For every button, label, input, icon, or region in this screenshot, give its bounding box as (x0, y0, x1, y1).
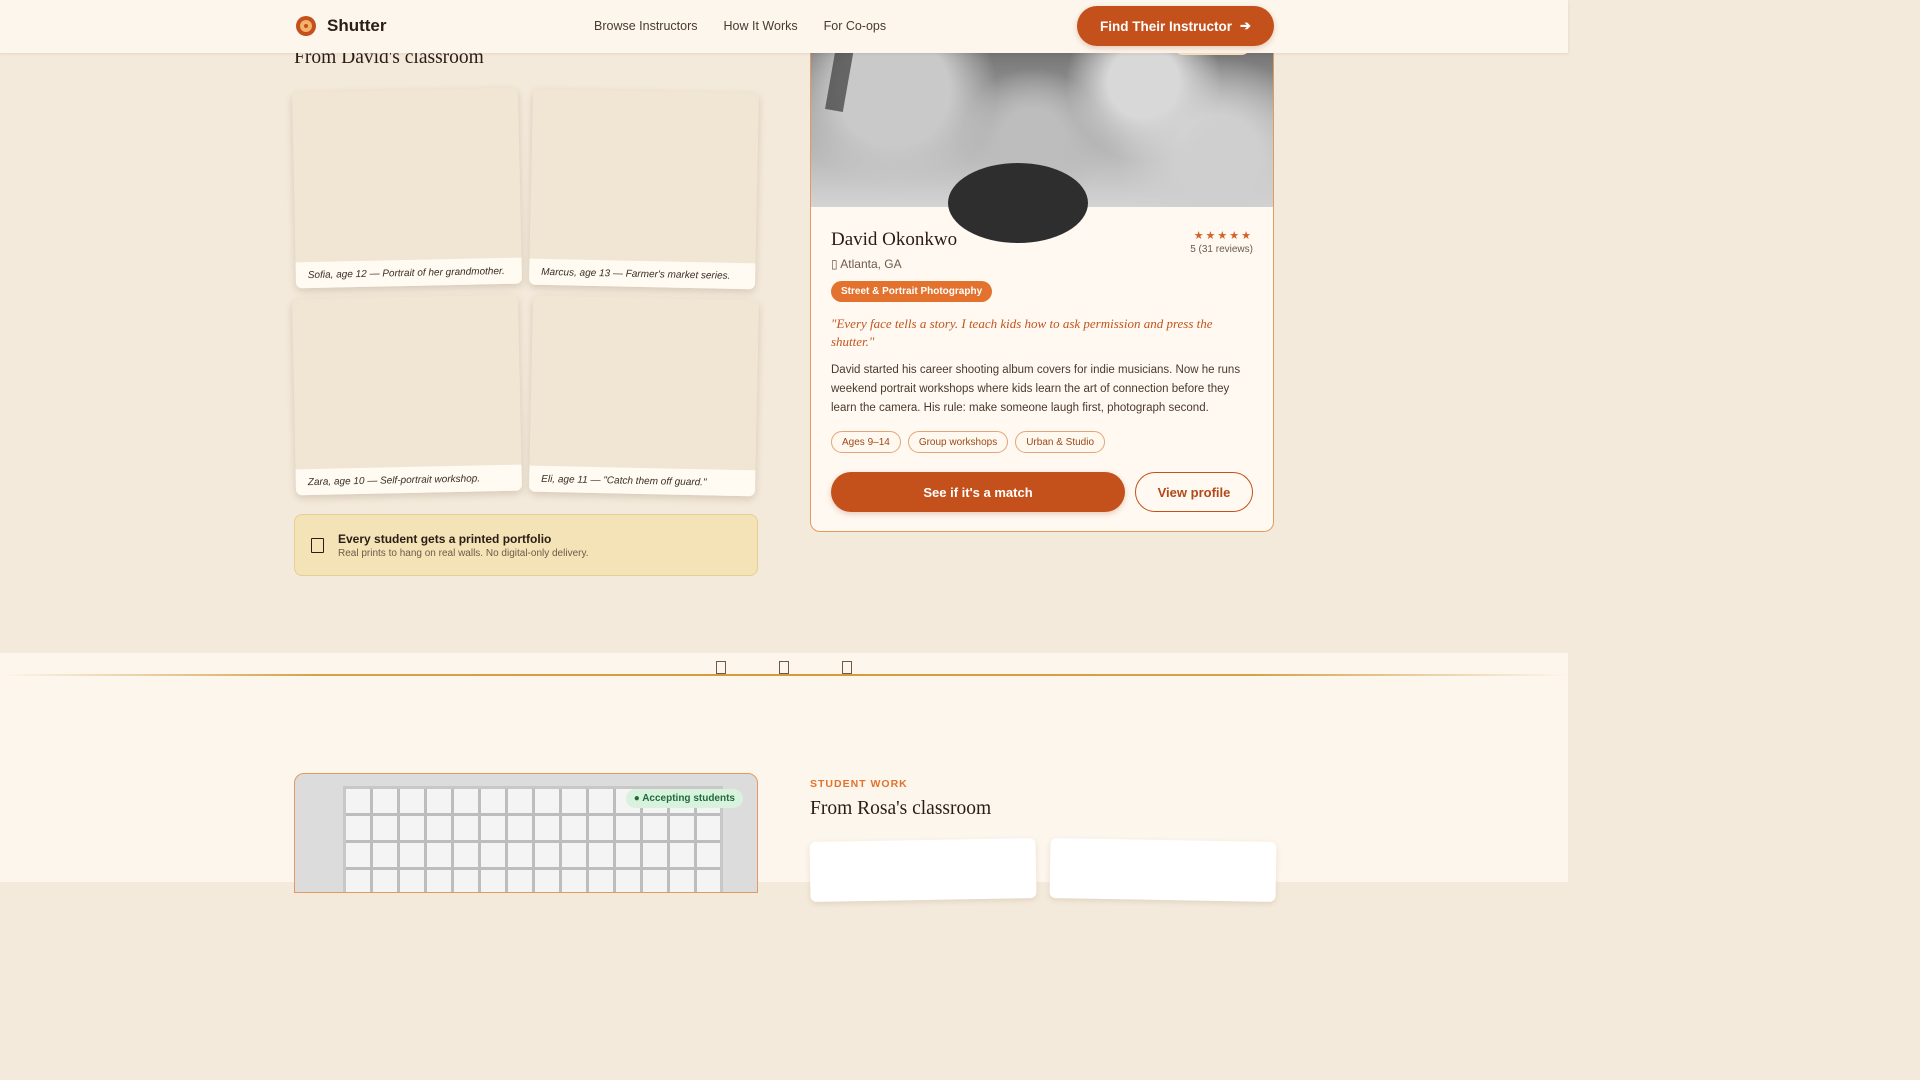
specialty-badge: Street & Portrait Photography (831, 281, 993, 302)
print-caption: Eli, age 11 — "Catch them off guard." (528, 465, 756, 497)
student-print[interactable]: Marcus, age 13 — Farmer's market series. (528, 88, 760, 290)
film-frame-icon (779, 661, 789, 674)
instructor-tags: Ages 9–14 Group workshops Urban & Studio (831, 431, 1106, 453)
view-profile-button[interactable]: View profile (1135, 472, 1253, 512)
find-instructor-button[interactable]: Find Their Instructor ➔ (1077, 6, 1274, 46)
student-print[interactable] (1049, 838, 1277, 902)
studio-photo: ● Accepting students (294, 773, 758, 893)
instructor-bio: David started his career shooting album … (831, 364, 1241, 414)
photo-subject (948, 163, 1088, 243)
rating-stars-icon: ★★★★★ (1193, 230, 1253, 242)
arrow-right-icon: ➔ (1240, 18, 1251, 33)
instructor-quote: "Every face tells a story. I teach kids … (831, 316, 1213, 349)
nav-link-how-it-works[interactable]: How It Works (724, 19, 798, 33)
nav-link-for-co-ops[interactable]: For Co-ops (824, 19, 887, 33)
divider-line (0, 674, 1568, 676)
see-match-button[interactable]: See if it's a match (831, 472, 1125, 512)
instructor-photo (811, 41, 1273, 243)
location-pin-icon: ▯ (831, 257, 838, 271)
student-print[interactable]: Sofia, age 12 — Portrait of her grandmot… (291, 87, 523, 289)
tag-ages: Ages 9–14 (831, 431, 901, 453)
section-divider (0, 653, 1568, 882)
find-instructor-label: Find Their Instructor (1100, 18, 1233, 34)
nav-links: Browse Instructors How It Works For Co-o… (594, 19, 886, 33)
rating-count: 5 (31 reviews) (1190, 244, 1253, 255)
instructor-location: ▯ Atlanta, GA (831, 257, 902, 271)
portfolio-banner: Every student gets a printed portfolio R… (294, 514, 758, 576)
brand-name: Shutter (327, 16, 387, 35)
instructor-name: David Okonkwo (831, 229, 958, 250)
gallery2-title: From Rosa's classroom (810, 798, 992, 819)
location-text: Atlanta, GA (840, 257, 902, 271)
tag-setting: Urban & Studio (1015, 431, 1106, 453)
film-frame-icon (716, 661, 726, 674)
top-nav: Shutter Browse Instructors How It Works … (0, 0, 1568, 53)
banner-subtitle: Real prints to hang on real walls. No di… (338, 548, 589, 559)
banner-title: Every student gets a printed portfolio (338, 532, 552, 546)
print-caption: Marcus, age 13 — Farmer's market series. (528, 258, 756, 290)
nav-link-browse-instructors[interactable]: Browse Instructors (594, 19, 698, 33)
student-print[interactable]: Zara, age 10 — Self-portrait workshop. (291, 294, 523, 496)
brand[interactable]: Shutter (296, 16, 387, 36)
instructor-card: David Okonkwo ▯ Atlanta, GA ★★★★★ 5 (31 … (810, 40, 1274, 532)
section-eyebrow: STUDENT WORK (810, 778, 908, 790)
film-frame-icon (842, 661, 852, 674)
student-print[interactable] (809, 838, 1037, 902)
student-print[interactable]: Eli, age 11 — "Catch them off guard." (528, 295, 760, 497)
divider-icons (716, 661, 852, 674)
print-box-icon (311, 538, 324, 553)
aperture-logo-icon (296, 16, 316, 36)
tag-format: Group workshops (907, 431, 1009, 453)
print-caption: Sofia, age 12 — Portrait of her grandmot… (295, 257, 523, 289)
print-caption: Zara, age 10 — Self-portrait workshop. (295, 464, 523, 496)
accepting-students-badge: ● Accepting students (625, 789, 743, 808)
